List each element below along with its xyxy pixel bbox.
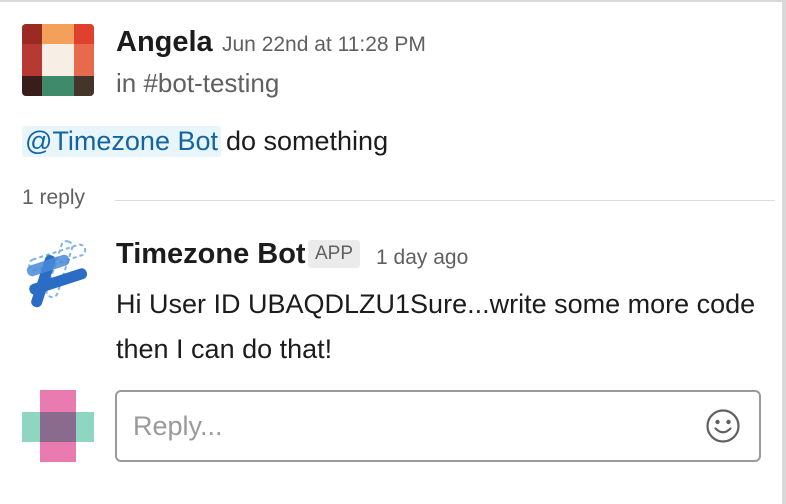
bot-avatar[interactable] [22, 238, 94, 310]
app-badge: APP [308, 240, 361, 268]
message-body: @Timezone Bot do something [22, 126, 388, 157]
current-user-avatar [22, 390, 94, 462]
message-timestamp[interactable]: Jun 22nd at 11:28 PM [222, 33, 426, 57]
message-text: do something [225, 126, 389, 156]
reply-timestamp[interactable]: 1 day ago [376, 246, 468, 270]
top-divider [0, 0, 786, 2]
message-author[interactable]: Angela [116, 26, 213, 59]
reply-text: Hi User ID UBAQDLZU1Sure...write some mo… [116, 289, 756, 364]
scrollbar-track[interactable] [782, 0, 786, 504]
thread-view: Angela Jun 22nd at 11:28 PM in #bot-test… [0, 0, 786, 504]
reply-author[interactable]: Timezone Bot [116, 238, 306, 271]
smiley-icon[interactable] [705, 408, 741, 444]
reply-input[interactable] [133, 404, 693, 448]
user-mention[interactable]: @Timezone Bot [22, 126, 221, 157]
reply-count: 1 reply [22, 186, 86, 209]
message-channel-link[interactable]: in #bot-testing [116, 68, 279, 99]
reply-divider [115, 200, 775, 201]
angela-avatar[interactable] [22, 24, 94, 96]
reply-composer[interactable] [115, 390, 761, 462]
